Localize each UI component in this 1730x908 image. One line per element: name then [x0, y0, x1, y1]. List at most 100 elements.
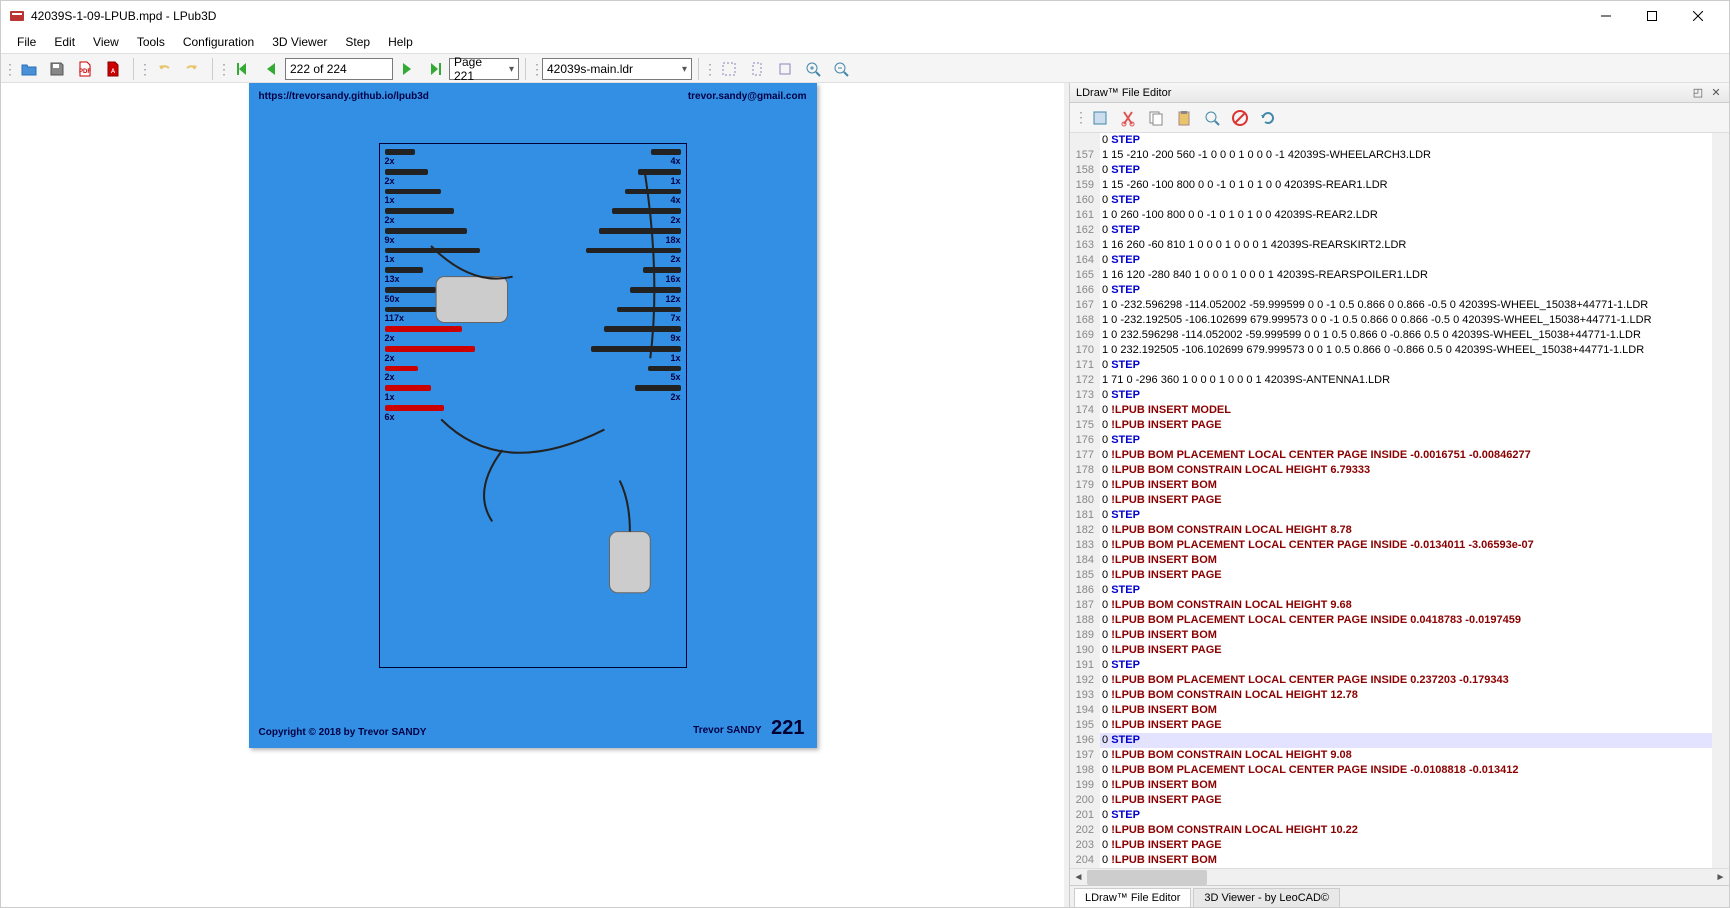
editor-line[interactable]: 1740 !LPUB INSERT MODEL — [1070, 403, 1712, 418]
editor-line[interactable]: 1790 !LPUB INSERT BOM — [1070, 478, 1712, 493]
editor-line[interactable]: 1631 16 260 -60 810 1 0 0 0 1 0 0 0 1 42… — [1070, 238, 1712, 253]
editor-line[interactable]: 1880 !LPUB BOM PLACEMENT LOCAL CENTER PA… — [1070, 613, 1712, 628]
editor-tab[interactable]: 3D Viewer - by LeoCAD© — [1193, 888, 1340, 907]
editor-line[interactable]: 2000 !LPUB INSERT PAGE — [1070, 793, 1712, 808]
editor-line[interactable]: 1860 STEP — [1070, 583, 1712, 598]
editor-line[interactable]: 1660 STEP — [1070, 283, 1712, 298]
maximize-button[interactable] — [1629, 1, 1675, 31]
actual-size-button[interactable] — [772, 56, 798, 82]
menu-edit[interactable]: Edit — [46, 33, 83, 51]
editor-line[interactable]: 1840 !LPUB INSERT BOM — [1070, 553, 1712, 568]
scroll-right-icon[interactable]: ► — [1712, 869, 1729, 886]
code-editor[interactable]: 0 STEP1571 15 -210 -200 560 -1 0 0 0 1 0… — [1070, 133, 1712, 868]
select-all-button[interactable] — [1087, 105, 1113, 131]
editor-line[interactable]: 1990 !LPUB INSERT BOM — [1070, 778, 1712, 793]
editor-line[interactable]: 1571 15 -210 -200 560 -1 0 0 0 1 0 0 0 -… — [1070, 148, 1712, 163]
editor-line[interactable]: 1620 STEP — [1070, 223, 1712, 238]
editor-line[interactable]: 1730 STEP — [1070, 388, 1712, 403]
menu-view[interactable]: View — [85, 33, 127, 51]
editor-line[interactable]: 1810 STEP — [1070, 508, 1712, 523]
scroll-left-icon[interactable]: ◄ — [1070, 869, 1087, 886]
toolbar-handle[interactable] — [7, 58, 13, 80]
prev-page-button[interactable] — [258, 56, 284, 82]
editor-line[interactable]: 1970 !LPUB BOM CONSTRAIN LOCAL HEIGHT 9.… — [1070, 748, 1712, 763]
close-panel-button[interactable]: ✕ — [1709, 86, 1723, 100]
editor-line[interactable]: 1611 0 260 -100 800 0 0 -1 0 1 0 1 0 0 4… — [1070, 208, 1712, 223]
editor-line[interactable]: 1750 !LPUB INSERT PAGE — [1070, 418, 1712, 433]
page-combo[interactable]: Page 221 — [449, 58, 519, 80]
editor-line[interactable]: 1681 0 -232.192505 -106.102699 679.99957… — [1070, 313, 1712, 328]
pdf-alt-icon[interactable]: A — [100, 56, 126, 82]
fit-page-button[interactable] — [744, 56, 770, 82]
editor-line[interactable]: 1980 !LPUB BOM PLACEMENT LOCAL CENTER PA… — [1070, 763, 1712, 778]
editor-line[interactable]: 1691 0 232.596298 -114.052002 -59.999599… — [1070, 328, 1712, 343]
toolbar-handle[interactable] — [534, 58, 540, 80]
editor-line[interactable]: 1920 !LPUB BOM PLACEMENT LOCAL CENTER PA… — [1070, 673, 1712, 688]
minimize-button[interactable] — [1583, 1, 1629, 31]
editor-line[interactable]: 1770 !LPUB BOM PLACEMENT LOCAL CENTER PA… — [1070, 448, 1712, 463]
editor-line[interactable]: 1960 STEP — [1070, 733, 1712, 748]
delete-button[interactable] — [1227, 105, 1253, 131]
editor-line[interactable]: 1800 !LPUB INSERT PAGE — [1070, 493, 1712, 508]
editor-line[interactable]: 1701 0 232.192505 -106.102699 679.999573… — [1070, 343, 1712, 358]
editor-line[interactable]: 1850 !LPUB INSERT PAGE — [1070, 568, 1712, 583]
next-page-button[interactable] — [394, 56, 420, 82]
menu-tools[interactable]: Tools — [129, 33, 173, 51]
menu-step[interactable]: Step — [337, 33, 378, 51]
file-combo[interactable]: 42039s-main.ldr — [542, 58, 692, 80]
menu-3d-viewer[interactable]: 3D Viewer — [264, 33, 335, 51]
refresh-button[interactable] — [1255, 105, 1281, 131]
editor-line[interactable]: 1580 STEP — [1070, 163, 1712, 178]
vertical-scrollbar[interactable] — [1712, 133, 1729, 868]
editor-line[interactable]: 2040 !LPUB INSERT BOM — [1070, 853, 1712, 868]
editor-line[interactable]: 1950 !LPUB INSERT PAGE — [1070, 718, 1712, 733]
editor-line[interactable]: 1710 STEP — [1070, 358, 1712, 373]
page-view[interactable]: https://trevorsandy.github.io/lpub3d tre… — [1, 83, 1064, 907]
editor-line[interactable]: 1940 !LPUB INSERT BOM — [1070, 703, 1712, 718]
editor-line[interactable]: 1591 15 -260 -100 800 0 0 -1 0 1 0 1 0 0… — [1070, 178, 1712, 193]
editor-line[interactable]: 1830 !LPUB BOM PLACEMENT LOCAL CENTER PA… — [1070, 538, 1712, 553]
menu-configuration[interactable]: Configuration — [175, 33, 262, 51]
fit-width-button[interactable] — [716, 56, 742, 82]
horizontal-scrollbar[interactable]: ◄ ► — [1070, 868, 1729, 885]
open-button[interactable] — [16, 56, 42, 82]
editor-line[interactable]: 1600 STEP — [1070, 193, 1712, 208]
editor-line[interactable]: 1780 !LPUB BOM CONSTRAIN LOCAL HEIGHT 6.… — [1070, 463, 1712, 478]
save-button[interactable] — [44, 56, 70, 82]
find-button[interactable] — [1199, 105, 1225, 131]
toolbar-handle[interactable] — [142, 58, 148, 80]
toolbar-handle[interactable] — [1078, 107, 1084, 129]
first-page-button[interactable] — [230, 56, 256, 82]
zoom-in-button[interactable] — [800, 56, 826, 82]
redo-button[interactable] — [179, 56, 205, 82]
toolbar-handle[interactable] — [221, 58, 227, 80]
undo-button[interactable] — [151, 56, 177, 82]
copy-button[interactable] — [1143, 105, 1169, 131]
editor-line[interactable]: 1651 16 120 -280 840 1 0 0 0 1 0 0 0 1 4… — [1070, 268, 1712, 283]
editor-line[interactable]: 2010 STEP — [1070, 808, 1712, 823]
editor-line[interactable]: 2030 !LPUB INSERT PAGE — [1070, 838, 1712, 853]
pdf-icon[interactable]: PDF — [72, 56, 98, 82]
editor-line[interactable]: 1930 !LPUB BOM CONSTRAIN LOCAL HEIGHT 12… — [1070, 688, 1712, 703]
editor-line[interactable]: 1820 !LPUB BOM CONSTRAIN LOCAL HEIGHT 8.… — [1070, 523, 1712, 538]
undock-button[interactable]: ◰ — [1691, 86, 1705, 100]
editor-line[interactable]: 1910 STEP — [1070, 658, 1712, 673]
editor-line[interactable]: 1640 STEP — [1070, 253, 1712, 268]
last-page-button[interactable] — [422, 56, 448, 82]
editor-line[interactable]: 1671 0 -232.596298 -114.052002 -59.99959… — [1070, 298, 1712, 313]
zoom-out-button[interactable] — [828, 56, 854, 82]
editor-line[interactable]: 1760 STEP — [1070, 433, 1712, 448]
editor-tab[interactable]: LDraw™ File Editor — [1074, 888, 1191, 907]
toolbar-handle[interactable] — [707, 58, 713, 80]
editor-line[interactable]: 1870 !LPUB BOM CONSTRAIN LOCAL HEIGHT 9.… — [1070, 598, 1712, 613]
editor-line[interactable]: 1890 !LPUB INSERT BOM — [1070, 628, 1712, 643]
menu-help[interactable]: Help — [380, 33, 421, 51]
editor-line[interactable]: 1721 71 0 -296 360 1 0 0 0 1 0 0 0 1 420… — [1070, 373, 1712, 388]
menu-file[interactable]: File — [9, 33, 44, 51]
editor-line[interactable]: 0 STEP — [1070, 133, 1712, 148]
cut-button[interactable] — [1115, 105, 1141, 131]
editor-line[interactable]: 2020 !LPUB BOM CONSTRAIN LOCAL HEIGHT 10… — [1070, 823, 1712, 838]
close-button[interactable] — [1675, 1, 1721, 31]
editor-line[interactable]: 1900 !LPUB INSERT PAGE — [1070, 643, 1712, 658]
page-input[interactable] — [285, 58, 393, 80]
